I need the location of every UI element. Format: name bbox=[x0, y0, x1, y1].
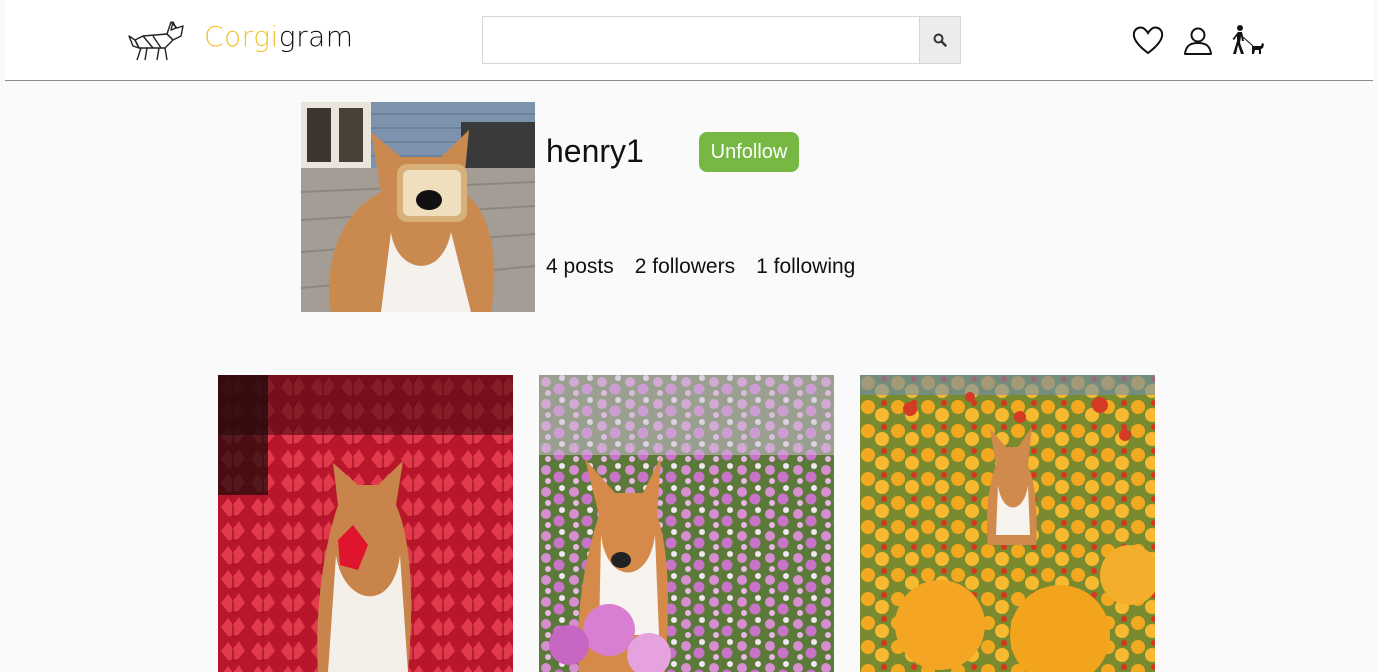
post-thumbnail[interactable] bbox=[539, 375, 834, 672]
profile-stats: 4 posts 2 followers 1 following bbox=[546, 255, 855, 279]
search-button[interactable] bbox=[919, 17, 960, 63]
profile-avatar bbox=[301, 102, 535, 312]
top-header: Corgigram bbox=[5, 0, 1373, 81]
dog-walker-icon[interactable] bbox=[1231, 24, 1265, 58]
search-icon bbox=[933, 33, 947, 47]
logo-wordmark[interactable]: Corgigram bbox=[204, 20, 354, 53]
search-input[interactable] bbox=[483, 17, 920, 63]
following-count[interactable]: 1 following bbox=[756, 255, 855, 279]
logo-text-gram: gram bbox=[278, 20, 354, 53]
search-bar bbox=[482, 16, 961, 64]
user-icon[interactable] bbox=[1181, 24, 1215, 58]
post-thumbnail[interactable] bbox=[218, 375, 513, 672]
posts-count: 4 posts bbox=[546, 255, 614, 278]
followers-count[interactable]: 2 followers bbox=[635, 255, 735, 279]
unfollow-button[interactable]: Unfollow bbox=[699, 132, 799, 172]
heart-icon[interactable] bbox=[1131, 24, 1165, 58]
post-thumbnail[interactable] bbox=[860, 375, 1155, 672]
profile-username: henry1 bbox=[546, 133, 644, 169]
corgi-logo-icon[interactable] bbox=[127, 18, 187, 64]
logo-text-corgi: Corgi bbox=[204, 20, 279, 53]
